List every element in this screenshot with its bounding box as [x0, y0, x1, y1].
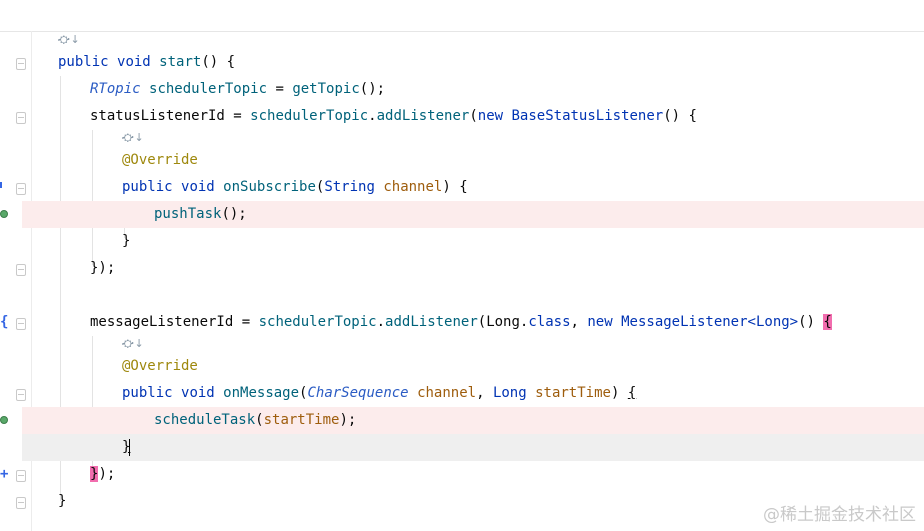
- fold-icon[interactable]: [16, 112, 26, 124]
- code-line-14: + });: [0, 461, 924, 488]
- code-editor[interactable]: ⛮↓ public void start() { RTopic schedule…: [0, 31, 924, 531]
- implementation-arrow-icon[interactable]: ⛮↓: [122, 337, 145, 351]
- code-line-7: }: [122, 233, 131, 249]
- code-line-6-content: pushTask();: [0, 201, 924, 228]
- code-line-1: public void start() {: [0, 49, 924, 76]
- run-gutter-icon[interactable]: [0, 210, 8, 218]
- fold-icon[interactable]: [16, 497, 26, 509]
- watermark: @稀土掘金技术社区: [763, 505, 916, 525]
- code-line-12-content: scheduleTask(startTime);: [0, 407, 924, 434]
- run-gutter-icon[interactable]: [0, 416, 8, 424]
- matched-brace: {: [823, 314, 832, 330]
- code-line-13-content: }: [122, 438, 131, 456]
- editor-tab-bar: [0, 0, 924, 32]
- implementation-arrow-icon[interactable]: ⛮↓: [58, 33, 81, 47]
- implementation-arrow-icon[interactable]: ⛮↓: [122, 131, 145, 145]
- fold-icon[interactable]: [16, 58, 26, 70]
- code-line-8: });: [0, 255, 924, 282]
- code-line-3: statusListenerId = schedulerTopic.addLis…: [0, 103, 924, 130]
- code-line-11: public void onMessage(CharSequence chann…: [0, 380, 924, 407]
- code-line-2: RTopic schedulerTopic = getTopic();: [90, 81, 386, 97]
- fold-icon[interactable]: [16, 389, 26, 401]
- fold-icon[interactable]: [16, 470, 26, 482]
- text-caret: [129, 438, 131, 456]
- brace-marker: {: [0, 314, 9, 330]
- code-line-5: public void onSubscribe(String channel) …: [0, 174, 924, 201]
- fold-icon[interactable]: [16, 183, 26, 195]
- change-marker: [0, 182, 2, 188]
- code-line-4: @Override: [122, 152, 198, 168]
- code-line-10: @Override: [122, 358, 198, 374]
- code-line-9: { messageListenerId = schedulerTopic.add…: [0, 309, 924, 336]
- brace-marker: +: [0, 466, 9, 482]
- fold-icon[interactable]: [16, 264, 26, 276]
- fold-icon[interactable]: [16, 318, 26, 330]
